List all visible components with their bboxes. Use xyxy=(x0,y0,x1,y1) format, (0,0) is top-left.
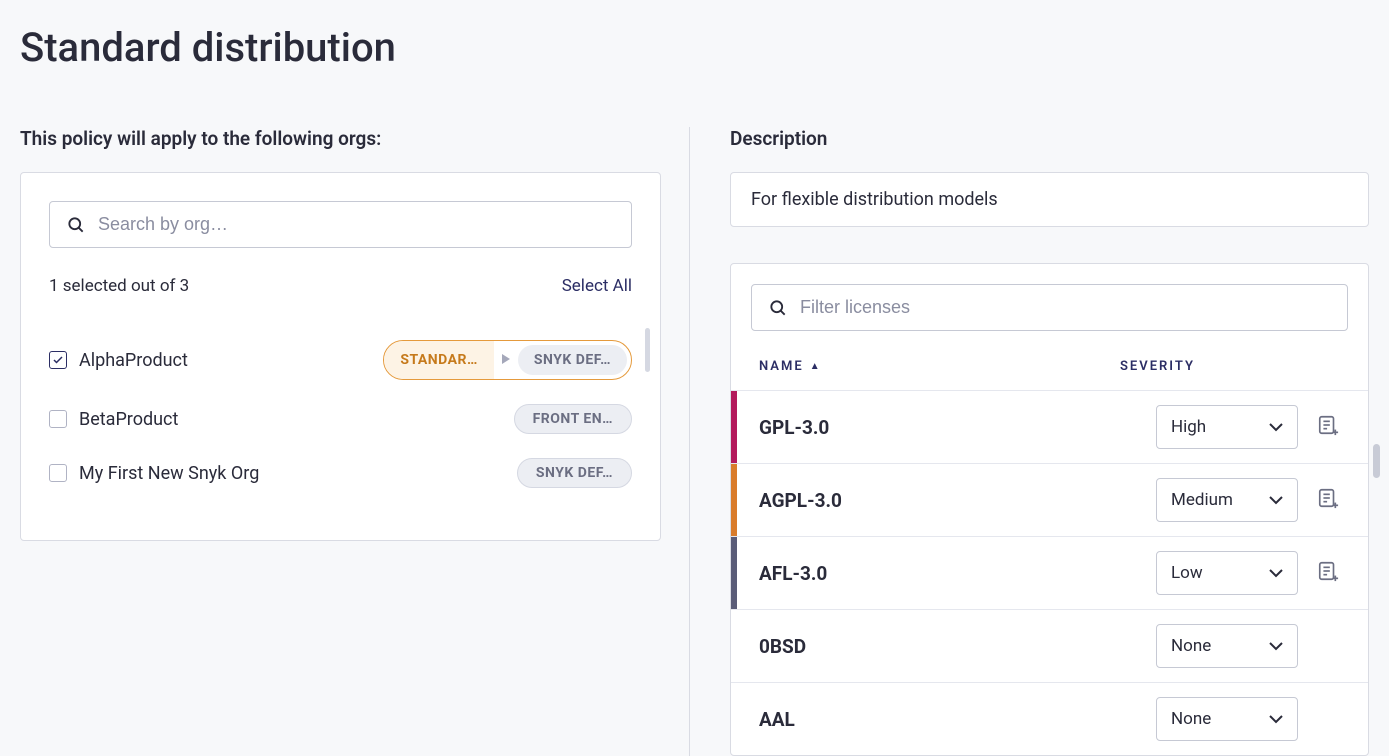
severity-select[interactable]: High xyxy=(1156,405,1298,449)
chevron-right-icon xyxy=(494,353,518,367)
license-name: 0BSD xyxy=(759,635,1156,658)
org-name: AlphaProduct xyxy=(79,350,188,371)
severity-select[interactable]: Medium xyxy=(1156,478,1298,522)
add-note-icon[interactable] xyxy=(1317,487,1339,513)
orgs-column: This policy will apply to the following … xyxy=(20,127,690,756)
select-all-link[interactable]: Select All xyxy=(562,276,632,296)
severity-select[interactable]: None xyxy=(1156,697,1298,741)
org-badge[interactable]: FRONT EN… xyxy=(514,404,632,434)
org-name: BetaProduct xyxy=(79,409,178,430)
license-row: AAL None xyxy=(731,683,1368,755)
column-header-severity[interactable]: SEVERITY xyxy=(1120,359,1300,374)
license-name: AAL xyxy=(759,708,1156,731)
severity-select[interactable]: Low xyxy=(1156,551,1298,595)
severity-value: None xyxy=(1171,636,1211,656)
orgs-section-label: This policy will apply to the following … xyxy=(20,127,661,150)
org-list: AlphaProduct STANDAR… SNYK DEF… xyxy=(49,328,632,500)
column-header-name-text: NAME xyxy=(759,359,804,374)
license-table-header: NAME ▲ SEVERITY xyxy=(751,359,1348,390)
org-checkbox[interactable] xyxy=(49,464,67,482)
scrollbar-thumb[interactable] xyxy=(645,328,650,372)
severity-indicator xyxy=(731,537,737,609)
license-row: GPL-3.0 High xyxy=(731,391,1368,464)
description-label: Description xyxy=(730,127,1369,150)
chevron-down-icon xyxy=(1269,490,1283,510)
chevron-down-icon xyxy=(1269,417,1283,437)
search-icon xyxy=(66,215,86,235)
org-checkbox[interactable] xyxy=(49,351,67,369)
license-name: AFL-3.0 xyxy=(759,562,1156,585)
org-badge[interactable]: SNYK DEF… xyxy=(517,458,632,488)
org-search-input[interactable] xyxy=(98,214,615,235)
license-row: AGPL-3.0 Medium xyxy=(731,464,1368,537)
column-header-name[interactable]: NAME ▲ xyxy=(759,359,1120,374)
org-badge-secondary: SNYK DEF… xyxy=(518,345,627,375)
description-value[interactable]: For flexible distribution models xyxy=(730,172,1369,227)
scrollbar-thumb[interactable] xyxy=(1373,444,1380,478)
org-row: AlphaProduct STANDAR… SNYK DEF… xyxy=(49,328,632,392)
severity-indicator xyxy=(731,391,737,463)
severity-indicator xyxy=(731,464,737,536)
org-badge-group[interactable]: STANDAR… SNYK DEF… xyxy=(383,340,632,380)
severity-indicator xyxy=(731,683,737,755)
license-panel: NAME ▲ SEVERITY GPL-3.0 High xyxy=(730,263,1369,756)
license-name: AGPL-3.0 xyxy=(759,489,1156,512)
severity-select[interactable]: None xyxy=(1156,624,1298,668)
severity-value: Low xyxy=(1171,563,1203,583)
org-search-wrap[interactable] xyxy=(49,201,632,248)
license-filter-input[interactable] xyxy=(800,297,1331,318)
page-title: Standard distribution xyxy=(20,24,1369,71)
right-column: Description For flexible distribution mo… xyxy=(690,127,1369,756)
org-name: My First New Snyk Org xyxy=(79,463,259,484)
severity-value: None xyxy=(1171,709,1211,729)
chevron-down-icon xyxy=(1269,709,1283,729)
org-checkbox[interactable] xyxy=(49,410,67,428)
selected-count: 1 selected out of 3 xyxy=(49,276,189,296)
license-row: 0BSD None xyxy=(731,610,1368,683)
license-filter-wrap[interactable] xyxy=(751,284,1348,331)
license-name: GPL-3.0 xyxy=(759,416,1156,439)
severity-value: Medium xyxy=(1171,490,1233,510)
severity-indicator xyxy=(731,610,737,682)
license-table: GPL-3.0 High A xyxy=(731,390,1368,755)
org-row: BetaProduct FRONT EN… xyxy=(49,392,632,446)
orgs-card: 1 selected out of 3 Select All AlphaProd… xyxy=(20,172,661,541)
severity-value: High xyxy=(1171,417,1206,437)
sort-asc-icon: ▲ xyxy=(810,361,822,372)
license-row: AFL-3.0 Low xyxy=(731,537,1368,610)
org-badge-primary: STANDAR… xyxy=(384,340,494,380)
chevron-down-icon xyxy=(1269,636,1283,656)
chevron-down-icon xyxy=(1269,563,1283,583)
add-note-icon[interactable] xyxy=(1317,414,1339,440)
org-row: My First New Snyk Org SNYK DEF… xyxy=(49,446,632,500)
add-note-icon[interactable] xyxy=(1317,560,1339,586)
search-icon xyxy=(768,298,788,318)
